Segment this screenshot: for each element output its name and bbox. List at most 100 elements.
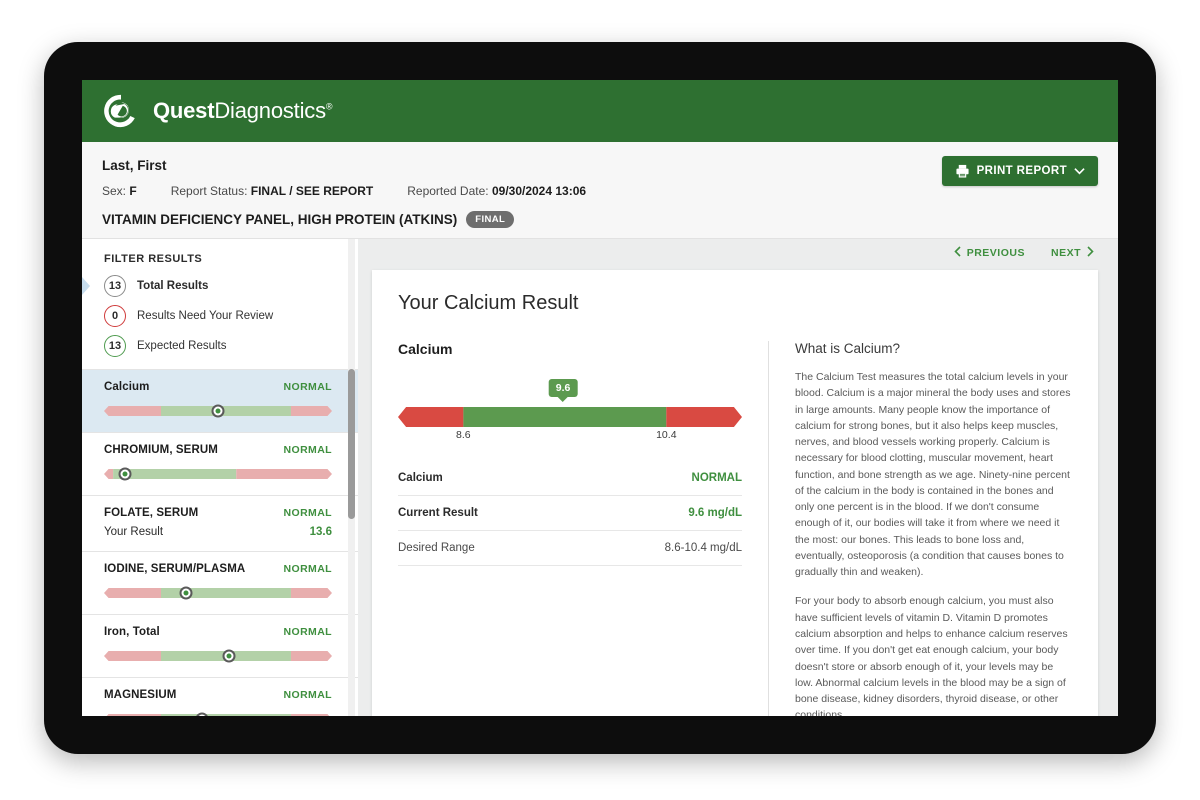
result-item-flag: NORMAL — [283, 689, 332, 701]
result-item-gauge — [104, 648, 332, 664]
result-detail-row: Desired Range 8.6-10.4 mg/dL — [398, 531, 742, 566]
content-area: FILTER RESULTS 13 Total Results 0 Result… — [82, 239, 1118, 716]
chevron-right-icon — [1087, 246, 1094, 260]
result-values-column: Calcium 9.6 8.6 10.4 Calcium NORMAL Curr… — [398, 341, 768, 716]
result-detail-key: Calcium — [398, 472, 443, 484]
result-item-gauge — [104, 585, 332, 601]
result-item-header: FOLATE, SERUM NORMAL — [104, 507, 332, 519]
date-label: Reported Date: — [407, 184, 489, 198]
filter-results-heading: FILTER RESULTS — [104, 253, 203, 265]
card-columns: Calcium 9.6 8.6 10.4 Calcium NORMAL Curr… — [398, 341, 1072, 716]
previous-label: PREVIOUS — [966, 247, 1025, 259]
page-title: Your Calcium Result — [398, 292, 579, 314]
printer-icon — [955, 164, 970, 178]
chevron-left-icon — [954, 246, 961, 260]
filter-label: Results Need Your Review — [137, 310, 274, 322]
result-detail-key: Current Result — [398, 507, 478, 519]
analyte-name: Calcium — [398, 341, 453, 357]
filter-count: 13 — [104, 275, 126, 297]
sex-label: Sex: — [102, 184, 127, 198]
filter-count: 0 — [104, 305, 126, 327]
result-list-item[interactable]: Iron, Total NORMAL — [82, 614, 358, 677]
sex-value: F — [129, 184, 137, 198]
result-list-item[interactable]: Calcium NORMAL — [82, 369, 358, 432]
result-item-header: IODINE, SERUM/PLASMA NORMAL — [104, 563, 332, 575]
result-item-gauge — [104, 403, 332, 419]
result-item-value-row: Your Result 13.6 — [104, 526, 332, 538]
result-item-name: FOLATE, SERUM — [104, 507, 199, 519]
result-detail-value: 9.6 mg/dL — [688, 507, 742, 519]
result-item-name: CHROMIUM, SERUM — [104, 444, 218, 456]
brand-header: QuestDiagnostics® — [82, 80, 1118, 142]
date-value: 09/30/2024 13:06 — [491, 184, 587, 198]
results-sidebar[interactable]: FILTER RESULTS 13 Total Results 0 Result… — [82, 239, 358, 716]
result-detail-panel: PREVIOUS NEXT Your Calcium Result Calciu… — [358, 239, 1118, 716]
result-item-name: MAGNESIUM — [104, 689, 177, 701]
brand-trademark: ® — [325, 101, 333, 112]
patient-meta: Sex: F Report Status: FINAL / SEE REPORT… — [102, 184, 1098, 198]
mini-gauge-bar — [104, 588, 332, 598]
result-list-item[interactable]: MAGNESIUM NORMAL — [82, 677, 358, 716]
filter-item-total[interactable]: 13 Total Results — [82, 271, 358, 301]
print-report-label: PRINT REPORT — [976, 165, 1067, 177]
result-item-header: Iron, Total NORMAL — [104, 626, 332, 638]
next-result-link[interactable]: NEXT — [1051, 246, 1094, 260]
mini-gauge-marker — [222, 649, 236, 663]
info-body: The Calcium Test measures the total calc… — [795, 369, 1072, 716]
filter-label: Total Results — [137, 280, 209, 292]
result-item-flag: NORMAL — [283, 444, 332, 456]
result-range-gauge: 9.6 8.6 10.4 — [398, 379, 742, 441]
filter-label: Expected Results — [137, 340, 227, 352]
result-item-value: 13.6 — [309, 526, 332, 538]
result-detail-row: Current Result 9.6 mg/dL — [398, 496, 742, 531]
mini-gauge-bar — [106, 714, 330, 716]
result-card: Your Calcium Result Calcium 9.6 8.6 10.4… — [372, 270, 1098, 716]
status-badge: FINAL — [466, 211, 515, 228]
patient-info-band: Last, First Sex: F Report Status: FINAL … — [82, 142, 1118, 239]
app-screen: QuestDiagnostics® Last, First Sex: F Rep… — [82, 80, 1118, 716]
mini-gauge-marker — [211, 404, 225, 418]
quest-swirl-logo-icon — [102, 92, 140, 130]
result-item-value-label: Your Result — [104, 526, 164, 538]
patient-sex: Sex: F — [102, 184, 137, 198]
mini-gauge-marker — [179, 586, 193, 600]
print-report-button[interactable]: PRINT REPORT — [941, 156, 1098, 186]
filter-item-expected[interactable]: 13 Expected Results — [82, 331, 358, 361]
result-detail-table: Calcium NORMAL Current Result 9.6 mg/dL Desi… — [398, 461, 742, 566]
chevron-down-icon — [1074, 167, 1085, 175]
filter-count: 13 — [104, 335, 126, 357]
panel-title: VITAMIN DEFICIENCY PANEL, HIGH PROTEIN (… — [102, 212, 458, 227]
result-item-name: Iron, Total — [104, 626, 160, 638]
result-item-header: Calcium NORMAL — [104, 381, 332, 393]
result-item-name: IODINE, SERUM/PLASMA — [104, 563, 246, 575]
result-item-header: CHROMIUM, SERUM NORMAL — [104, 444, 332, 456]
sidebar-scrollbar-thumb[interactable] — [348, 369, 355, 519]
mini-gauge-marker — [118, 467, 132, 481]
gauge-bar — [398, 407, 742, 427]
result-list-item[interactable]: IODINE, SERUM/PLASMA NORMAL — [82, 551, 358, 614]
selection-pointer-icon — [82, 277, 90, 295]
gauge-value-tooltip: 9.6 — [548, 379, 578, 397]
status-value: FINAL / SEE REPORT — [250, 184, 374, 198]
result-list-item[interactable]: FOLATE, SERUM NORMAL Your Result 13.6 — [82, 495, 358, 551]
result-detail-value: NORMAL — [691, 472, 742, 484]
result-item-gauge — [104, 466, 332, 482]
info-column: What is Calcium? The Calcium Test measur… — [768, 341, 1072, 716]
status-label: Report Status: — [170, 184, 248, 198]
result-list-item[interactable]: CHROMIUM, SERUM NORMAL — [82, 432, 358, 495]
result-item-flag: NORMAL — [283, 626, 332, 638]
tablet-device-frame: QuestDiagnostics® Last, First Sex: F Rep… — [44, 42, 1156, 754]
filter-item-needs-review[interactable]: 0 Results Need Your Review — [82, 301, 358, 331]
brand-name: QuestDiagnostics® — [153, 98, 333, 124]
info-heading: What is Calcium? — [795, 341, 901, 356]
result-detail-key: Desired Range — [398, 542, 475, 554]
gauge-high-label: 10.4 — [656, 429, 677, 441]
report-status: Report Status: FINAL / SEE REPORT — [171, 184, 374, 198]
info-paragraph: The Calcium Test measures the total calc… — [795, 371, 1071, 579]
filter-list: 13 Total Results 0 Results Need Your Rev… — [82, 271, 358, 361]
previous-result-link[interactable]: PREVIOUS — [954, 246, 1025, 260]
result-item-flag: NORMAL — [283, 381, 332, 393]
result-list[interactable]: Calcium NORMAL CHROMIUM, SERUM NORMAL FOLATE… — [82, 369, 358, 716]
panel-title-row: VITAMIN DEFICIENCY PANEL, HIGH PROTEIN (… — [102, 211, 1098, 228]
result-detail-row: Calcium NORMAL — [398, 461, 742, 496]
